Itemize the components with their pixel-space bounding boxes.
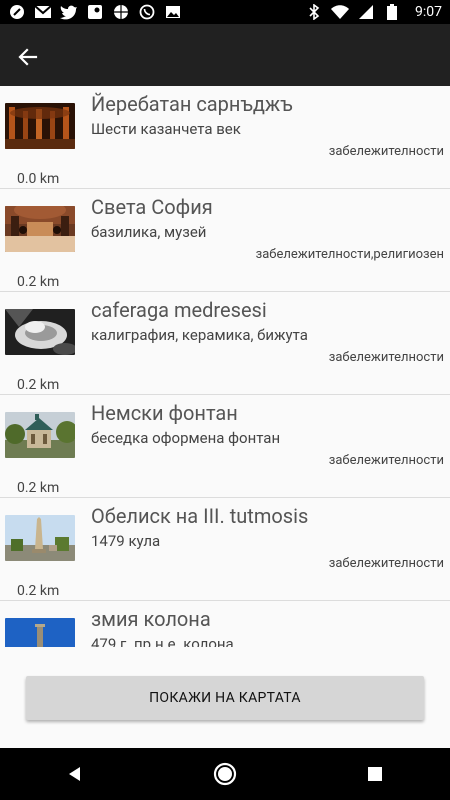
battery-icon xyxy=(383,3,401,21)
toolbar xyxy=(0,24,450,86)
place-subtitle: 1479 кула xyxy=(91,532,161,550)
place-thumbnail xyxy=(5,515,75,561)
place-thumbnail xyxy=(5,618,75,647)
clock: 9:07 xyxy=(415,4,442,20)
place-subtitle: беседка оформена фонтан xyxy=(91,429,281,447)
gmail-icon xyxy=(34,3,52,21)
list-item[interactable]: Света София базилика, музей забележителн… xyxy=(0,189,450,292)
bottom-action-area: ПОКАЖИ НА КАРТАТА xyxy=(0,647,450,748)
place-title: Йеребатан сарнъджъ xyxy=(91,92,293,116)
place-distance: 0.2 km xyxy=(17,480,60,496)
place-thumbnail xyxy=(5,309,75,355)
place-category: забележителности xyxy=(328,144,444,159)
place-subtitle: базилика, музей xyxy=(91,223,207,241)
nav-back-button[interactable] xyxy=(51,750,99,798)
arrow-left-icon xyxy=(18,48,38,66)
place-subtitle: Шести казанчета век xyxy=(91,120,241,138)
twitter-icon xyxy=(60,3,78,21)
show-on-map-button[interactable]: ПОКАЖИ НА КАРТАТА xyxy=(26,676,424,720)
place-distance: 0.0 km xyxy=(17,171,60,187)
place-category: забележителности xyxy=(328,453,444,468)
home-circle-icon xyxy=(213,762,237,786)
nav-recents-button[interactable] xyxy=(351,750,399,798)
list-item[interactable]: Обелиск на III. tutmosis 1479 кула забел… xyxy=(0,498,450,601)
place-title: caferaga medresesi xyxy=(91,298,267,322)
place-thumbnail xyxy=(5,412,75,458)
maps-icon xyxy=(86,3,104,21)
list-item[interactable]: Немски фонтан беседка оформена фонтан за… xyxy=(0,395,450,498)
place-distance: 0.2 km xyxy=(17,583,60,599)
place-category: забележителности xyxy=(328,350,444,365)
places-list[interactable]: Йеребатан сарнъджъ Шести казанчета век з… xyxy=(0,86,450,647)
whatsapp-icon xyxy=(138,3,156,21)
nav-home-button[interactable] xyxy=(201,750,249,798)
list-item[interactable]: Йеребатан сарнъджъ Шести казанчета век з… xyxy=(0,86,450,189)
place-title: Света София xyxy=(91,195,213,219)
place-category: забележителности xyxy=(328,556,444,571)
place-category: забележителности,религиозен xyxy=(255,247,444,262)
place-distance: 0.2 km xyxy=(17,274,60,290)
signal-icon xyxy=(357,3,375,21)
list-item[interactable]: змия колона 479 г. пр.н.е. колона xyxy=(0,601,450,647)
system-icons: 9:07 xyxy=(305,3,442,21)
place-thumbnail xyxy=(5,206,75,252)
notification-icons xyxy=(8,3,182,21)
wifi-icon xyxy=(331,3,349,21)
basketball-icon xyxy=(112,3,130,21)
system-nav-bar xyxy=(0,748,450,800)
place-title: Немски фонтан xyxy=(91,401,238,425)
place-distance: 0.2 km xyxy=(17,377,60,393)
place-subtitle: 479 г. пр.н.е. колона xyxy=(91,635,234,647)
bluetooth-icon xyxy=(305,3,323,21)
photos-icon xyxy=(164,3,182,21)
recents-square-icon xyxy=(368,767,382,781)
place-subtitle: калиграфия, керамика, бижута xyxy=(91,326,308,344)
place-title: Обелиск на III. tutmosis xyxy=(91,504,309,528)
app-icon xyxy=(8,3,26,21)
list-item[interactable]: caferaga medresesi калиграфия, керамика,… xyxy=(0,292,450,395)
status-bar: 9:07 xyxy=(0,0,450,24)
place-title: змия колона xyxy=(91,607,211,631)
place-thumbnail xyxy=(5,103,75,149)
back-button[interactable] xyxy=(14,43,42,71)
back-triangle-icon xyxy=(69,767,80,781)
